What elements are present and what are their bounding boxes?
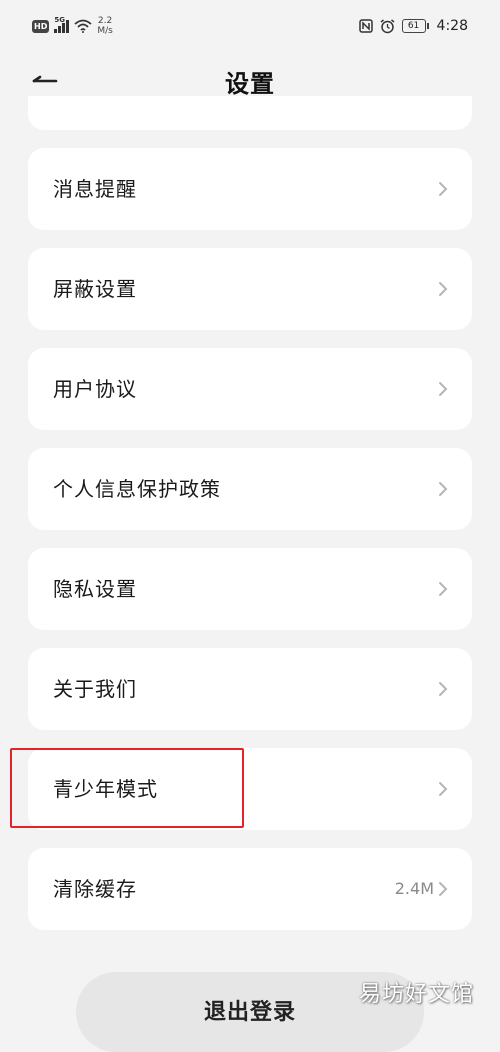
status-left: HD 5G 2.2 M/s bbox=[32, 16, 113, 36]
chevron-right-icon bbox=[439, 582, 448, 596]
network-speed: 2.2 M/s bbox=[97, 16, 113, 36]
hd-badge: HD bbox=[32, 19, 50, 33]
menu-item-label: 关于我们 bbox=[53, 677, 137, 701]
nfc-icon bbox=[358, 19, 373, 33]
wifi-icon bbox=[74, 19, 92, 33]
menu-item-user-agreement[interactable]: 用户协议 bbox=[28, 348, 472, 430]
menu-item-label: 消息提醒 bbox=[53, 177, 137, 201]
network-speed-value: 2.2 bbox=[97, 16, 113, 26]
page-title: 设置 bbox=[225, 70, 275, 98]
status-bar: HD 5G 2.2 M/s 61 4:28 bbox=[0, 0, 500, 56]
menu-item-label: 隐私设置 bbox=[53, 577, 137, 601]
clock-time: 4:28 bbox=[436, 18, 468, 34]
chevron-right-icon bbox=[439, 482, 448, 496]
menu-item-label: 屏蔽设置 bbox=[53, 277, 137, 301]
chevron-right-icon bbox=[439, 282, 448, 296]
watermark-text: 易坊好文馆 bbox=[358, 982, 474, 1007]
menu-item-privacy-settings[interactable]: 隐私设置 bbox=[28, 548, 472, 630]
menu-item-clear-cache[interactable]: 清除缓存 2.4M bbox=[28, 848, 472, 930]
chevron-right-icon bbox=[439, 182, 448, 196]
menu-item-label: 个人信息保护政策 bbox=[53, 477, 221, 501]
network-type: 5G bbox=[54, 16, 65, 24]
alarm-icon bbox=[380, 18, 395, 33]
cache-size-value: 2.4M bbox=[394, 879, 434, 898]
menu-item-label: 清除缓存 bbox=[53, 877, 137, 901]
status-right: 61 4:28 bbox=[358, 18, 468, 34]
signal-icon: 5G bbox=[54, 16, 70, 33]
menu-item-notifications[interactable]: 消息提醒 bbox=[28, 148, 472, 230]
menu-item-privacy-policy[interactable]: 个人信息保护政策 bbox=[28, 448, 472, 530]
chevron-right-icon bbox=[439, 382, 448, 396]
menu-item-about-us[interactable]: 关于我们 bbox=[28, 648, 472, 730]
highlight-annotation-box bbox=[10, 748, 244, 828]
previous-card bbox=[28, 96, 472, 130]
menu-item-label: 用户协议 bbox=[53, 377, 137, 401]
network-speed-unit: M/s bbox=[97, 26, 113, 36]
chevron-right-icon bbox=[439, 682, 448, 696]
chevron-right-icon bbox=[439, 882, 448, 896]
chevron-right-icon bbox=[439, 782, 448, 796]
battery-icon: 61 bbox=[401, 19, 429, 33]
menu-item-block-settings[interactable]: 屏蔽设置 bbox=[28, 248, 472, 330]
